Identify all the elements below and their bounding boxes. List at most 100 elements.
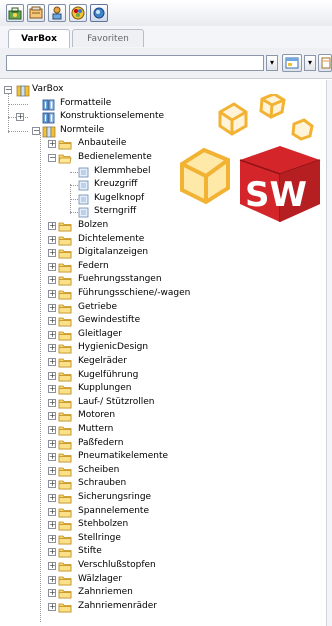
tree-expander[interactable]: + xyxy=(48,358,56,366)
search-row: ▾ ▾ xyxy=(0,48,332,79)
tree-item-34[interactable]: Stifte xyxy=(78,546,102,556)
library-icon[interactable] xyxy=(48,4,66,22)
tree-expander[interactable]: + xyxy=(48,222,56,230)
tree-expander[interactable]: + xyxy=(16,113,24,122)
tree-item-4[interactable]: Anbauteile xyxy=(78,138,126,148)
tree-item-26[interactable]: Paßfedern xyxy=(78,438,123,448)
folder-icon xyxy=(58,507,72,517)
part-icon xyxy=(78,180,92,191)
extra-button[interactable] xyxy=(318,54,332,72)
tree-expander[interactable]: + xyxy=(48,534,56,543)
tree-item-3[interactable]: Normteile xyxy=(60,125,104,135)
tree-item-7[interactable]: Kreuzgriff xyxy=(94,179,137,189)
tree-item-5[interactable]: Bedienelemente xyxy=(78,152,152,162)
view-dropdown-button[interactable]: ▾ xyxy=(304,55,316,71)
tree-item-8[interactable]: Kugelknopf xyxy=(94,193,144,203)
search-input[interactable] xyxy=(6,55,264,71)
tree-item-33[interactable]: Stellringe xyxy=(78,533,121,543)
toolbar xyxy=(0,0,332,27)
dropdown-button[interactable]: ▾ xyxy=(266,55,278,71)
tree-expander[interactable]: + xyxy=(48,439,56,448)
tree-item-20[interactable]: Kegelräder xyxy=(78,356,127,366)
tree-item-19[interactable]: HygienicDesign xyxy=(78,342,148,352)
tree-item-1[interactable]: Formatteile xyxy=(60,98,111,108)
folder-icon xyxy=(58,330,72,341)
tree-expander[interactable]: + xyxy=(48,548,56,557)
tree-item-2[interactable]: Konstruktionselemente xyxy=(60,111,164,121)
tree-expander[interactable]: + xyxy=(48,589,56,598)
tree-item-15[interactable]: Führungsschiene/-wagen xyxy=(78,288,190,298)
tree-item-12[interactable]: Digitalanzeigen xyxy=(78,247,148,257)
tree-expander[interactable]: + xyxy=(48,262,56,271)
tree-item-10[interactable]: Bolzen xyxy=(78,220,108,230)
part-icon xyxy=(78,207,92,218)
folder-icon xyxy=(58,575,72,585)
tree-item-18[interactable]: Gleitlager xyxy=(78,329,122,339)
tree-item-varbox[interactable]: VarBox xyxy=(32,84,63,94)
tree-expander[interactable]: + xyxy=(48,249,56,258)
tree-item-37[interactable]: Zahnriemen xyxy=(78,587,133,597)
settings-icon[interactable] xyxy=(27,4,45,22)
vertical-scrollbar[interactable] xyxy=(326,80,332,626)
folder-icon xyxy=(58,371,72,381)
tree-expander-normteile[interactable]: − xyxy=(32,126,40,135)
tree-expander[interactable]: + xyxy=(48,412,56,421)
tree-item-25[interactable]: Muttern xyxy=(78,424,113,434)
tree-expander[interactable]: + xyxy=(48,602,56,611)
tree-item-16[interactable]: Getriebe xyxy=(78,302,117,312)
tree-expander[interactable]: + xyxy=(48,453,56,462)
tab-favoriten[interactable]: Favoriten xyxy=(72,29,144,47)
tree-item-31[interactable]: Spannelemente xyxy=(78,506,149,516)
tree-guide-line xyxy=(70,185,78,187)
tree-item-23[interactable]: Lauf-/ Stützrollen xyxy=(78,397,155,407)
tree-expander[interactable]: + xyxy=(48,344,56,353)
library-icon xyxy=(16,85,30,97)
tree-expander[interactable]: + xyxy=(48,507,56,516)
tree-expander[interactable]: + xyxy=(48,398,56,407)
tree-item-14[interactable]: Fuehrungsstangen xyxy=(78,274,162,284)
tree-item-35[interactable]: Verschlußstopfen xyxy=(78,560,156,570)
part-icon xyxy=(78,194,92,205)
tree-item-24[interactable]: Motoren xyxy=(78,410,115,420)
tab-varbox[interactable]: VarBox xyxy=(8,29,70,49)
tree-expander[interactable]: + xyxy=(48,317,56,326)
tree-expander[interactable]: + xyxy=(48,575,56,584)
tree-item-28[interactable]: Scheiben xyxy=(78,465,119,475)
tree-expander[interactable]: + xyxy=(48,140,56,149)
tree-item-11[interactable]: Dichtelemente xyxy=(78,234,144,244)
folder-icon xyxy=(58,303,72,313)
tree-item-30[interactable]: Sicherungsringe xyxy=(78,492,151,502)
tree-expander[interactable]: + xyxy=(48,303,56,312)
varbox-icon[interactable] xyxy=(90,4,108,22)
toolbox-icon[interactable] xyxy=(6,4,24,22)
tree-expander[interactable]: + xyxy=(48,276,56,285)
tree-expander[interactable]: + xyxy=(48,562,56,570)
tree-expander[interactable]: + xyxy=(48,521,56,530)
tree-item-6[interactable]: Klemmhebel xyxy=(94,166,150,176)
palette-icon[interactable] xyxy=(69,4,87,22)
tree-item-36[interactable]: Wälzlager xyxy=(78,574,122,584)
tree-expander-open[interactable]: − xyxy=(48,154,56,162)
view-options-button[interactable] xyxy=(282,54,302,72)
tree-item-22[interactable]: Kupplungen xyxy=(78,383,131,393)
tree-item-9[interactable]: Sterngriff xyxy=(94,206,136,216)
tree-item-27[interactable]: Pneumatikelemente xyxy=(78,451,168,461)
tree-expander[interactable]: + xyxy=(48,330,56,339)
tree-expander[interactable]: + xyxy=(48,426,56,434)
tree-item-13[interactable]: Federn xyxy=(78,261,109,271)
tree-item-38[interactable]: Zahnriemenräder xyxy=(78,601,157,611)
folder-icon xyxy=(58,588,72,599)
tree-expander[interactable]: + xyxy=(48,494,56,502)
tree-expander[interactable]: + xyxy=(48,235,56,244)
tree-guide-line xyxy=(70,212,78,214)
tree-expander[interactable]: + xyxy=(48,371,56,380)
tree-item-32[interactable]: Stehbolzen xyxy=(78,519,128,529)
tree-item-17[interactable]: Gewindestifte xyxy=(78,315,140,325)
tree-item-21[interactable]: Kugelführung xyxy=(78,370,138,380)
tree-item-29[interactable]: Schrauben xyxy=(78,478,126,488)
tree-expander[interactable]: + xyxy=(48,466,56,475)
tree-expander[interactable]: + xyxy=(48,385,56,394)
tree-expander[interactable]: + xyxy=(48,480,56,489)
tree-expander[interactable]: + xyxy=(48,290,56,298)
tree-guide-line xyxy=(8,103,28,105)
